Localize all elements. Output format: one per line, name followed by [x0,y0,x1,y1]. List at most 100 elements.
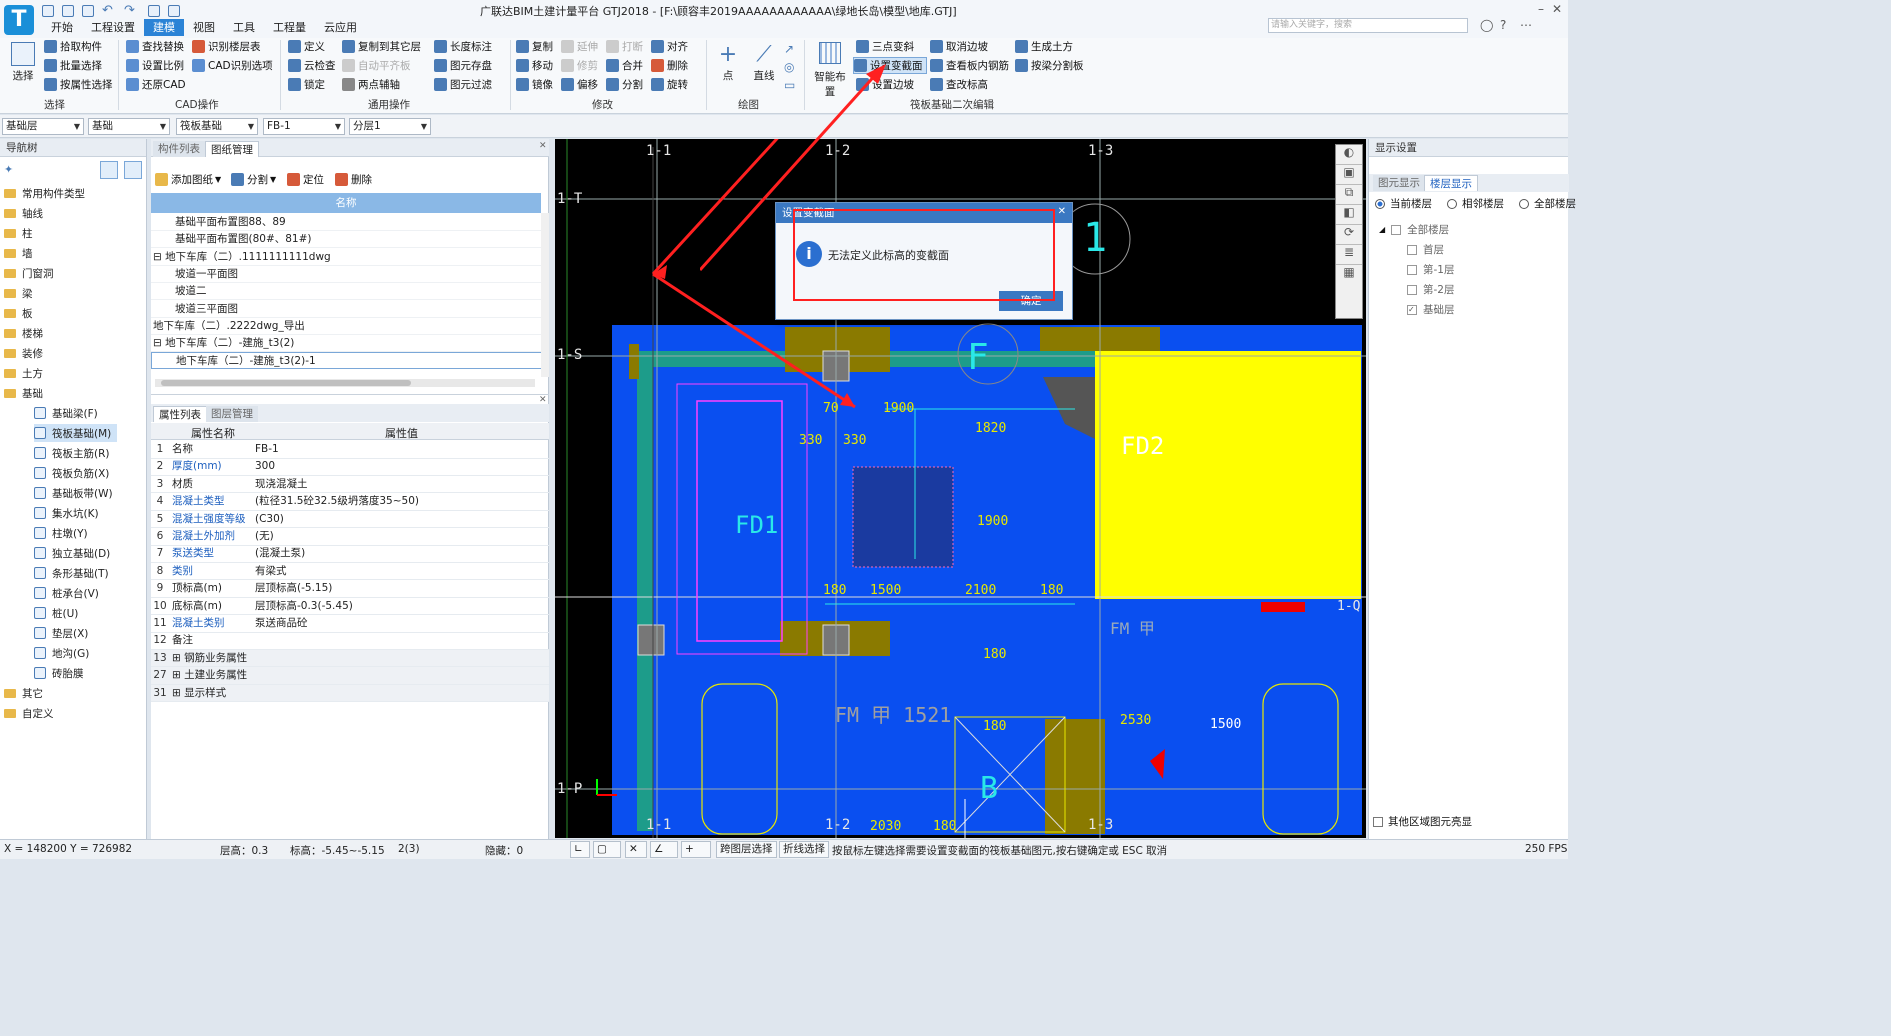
copy-button[interactable]: 复制 [516,38,553,55]
lock-button[interactable]: 锁定 [288,76,325,93]
floor-tree-all[interactable]: ◢ 全部楼层 [1379,221,1449,238]
ortho-icon[interactable]: ∟ [570,841,590,858]
radio-current-floor[interactable]: 当前楼层 [1375,195,1432,212]
restore-cad-button[interactable]: 还原CAD [126,76,186,93]
nav-item-pile-cap[interactable]: 桩承台(V) [34,584,99,602]
nav-folder-item[interactable]: 基础 [4,384,43,402]
property-value[interactable]: 现浇混凝土 [255,476,308,493]
drawing-hscrollbar[interactable] [155,379,535,387]
floor-tree-item[interactable]: 第-2层 [1407,281,1454,298]
nav-item-strip-footing[interactable]: 条形基础(T) [34,564,109,582]
highlight-other-areas-checkbox[interactable]: 其他区域图元亮显 [1373,813,1472,830]
move-button[interactable]: 移动 [516,57,553,74]
cancel-slope-edge-button[interactable]: 取消边坡 [930,38,988,55]
drawing-row[interactable]: 基础平面布置图88、89 [151,214,549,231]
split-button[interactable]: 分割 [606,76,643,93]
property-row[interactable]: 8 类别 有梁式 [151,563,549,581]
nav-folder-item[interactable]: 楼梯 [4,324,43,342]
nav-item-raft-main-rebar[interactable]: 筏板主筋(R) [34,444,110,462]
property-row[interactable]: 9 顶标高(m) 层顶标高(-5.15) [151,580,549,598]
nav-folder-item[interactable]: 常用构件类型 [4,184,85,202]
tab-floor-display[interactable]: 楼层显示 [1424,175,1478,191]
cross-icon[interactable]: ✕ [625,841,647,858]
property-value[interactable]: 300 [255,458,275,475]
length-dimension-button[interactable]: 长度标注 [434,38,492,55]
nav-item-foundation-strip[interactable]: 基础板带(W) [34,484,113,502]
expand-icon[interactable]: ⊞ [172,687,184,699]
property-row[interactable]: 3 材质 现浇混凝土 [151,476,549,494]
expand-icon[interactable]: ⊞ [172,652,184,664]
mirror-button[interactable]: 镜像 [516,76,553,93]
layer-select[interactable]: 分层1 ▼ [349,118,431,135]
property-value[interactable]: (C30) [255,511,284,528]
extend-button[interactable]: 延伸 [561,38,598,55]
search-input[interactable]: 请输入关键字，搜索 [1268,18,1468,33]
cad-options-button[interactable]: CAD识别选项 [192,57,273,74]
copy-to-floor-button[interactable]: 复制到其它层 [342,38,421,55]
split-drawing-button[interactable]: 分割 ▼ [231,171,276,188]
tab-property-list[interactable]: 属性列表 [153,406,207,422]
drawing-row[interactable]: 地下车库（二）-建施_t3(2)-1 [151,352,549,370]
type-select[interactable]: 基础 ▼ [88,118,170,135]
drawing-scrollbar[interactable] [541,213,549,377]
user-icon[interactable]: ◯ [1480,18,1493,32]
nav-folder-item[interactable]: 柱 [4,224,33,242]
split-slab-by-beam-button[interactable]: 按梁分割板 [1015,57,1084,74]
property-row[interactable]: 5 混凝土强度等级 (C30) [151,511,549,529]
nav-folder-item[interactable]: 土方 [4,364,43,382]
auto-align-slab-button[interactable]: 自动平齐板 [342,57,411,74]
tab-modeling[interactable]: 建模 [144,19,184,36]
floor-tree-item[interactable]: ✓ 基础层 [1407,301,1455,318]
tab-layer-manage[interactable]: 图层管理 [206,406,258,422]
nav-item-base-beam[interactable]: 基础梁(F) [34,404,98,422]
nav-item-sump[interactable]: 集水坑(K) [34,504,99,522]
nav-folder-item[interactable]: 门窗洞 [4,264,54,282]
merge-button[interactable]: 合并 [606,57,643,74]
expand-icon[interactable]: ⊞ [172,669,184,681]
property-value[interactable]: 层顶标高(-5.15) [255,580,332,597]
select-by-attr-button[interactable]: 按属性选择 [44,76,113,93]
property-row[interactable]: 11 混凝土类别 泵送商品砼 [151,615,549,633]
radio-all-floors[interactable]: 全部楼层 [1519,195,1576,212]
drawing-row[interactable]: 地下车库（二）.2222dwg_导出 [151,318,549,335]
nav-folder-item[interactable]: 梁 [4,284,33,302]
print-icon[interactable] [168,5,180,17]
nav-item-brick-mold[interactable]: 砖胎膜 [34,664,84,682]
property-value[interactable]: 层顶标高-0.3(-5.45) [255,598,353,615]
tab-view[interactable]: 视图 [184,19,224,36]
radio-adjacent-floor[interactable]: 相邻楼层 [1447,195,1504,212]
property-value[interactable]: 泵送商品砼 [255,615,308,632]
nav-item-cushion[interactable]: 垫层(X) [34,624,88,642]
drawing-row[interactable]: ⊟ 地下车库（二）-建施_t3(2) [151,335,549,353]
add-drawing-button[interactable]: 添加图纸 ▼ [155,171,221,188]
floor-select[interactable]: 基础层 ▼ [2,118,84,135]
property-row[interactable]: 13 ⊞ 钢筋业务属性 [151,649,549,668]
tab-component-list[interactable]: 构件列表 [153,141,205,157]
trim-button[interactable]: 修剪 [561,57,598,74]
drawing-row[interactable]: ⊟ 地下车库（二）.1111111111dwg [151,249,549,266]
close-icon[interactable]: ✕ [539,395,547,405]
subtype-select[interactable]: 筏板基础 ▼ [176,118,258,135]
identify-floor-table-button[interactable]: 识别楼层表 [192,38,261,55]
three-point-slope-button[interactable]: 三点变斜 [856,38,914,55]
tab-project-settings[interactable]: 工程设置 [82,19,144,36]
open-file-icon[interactable] [62,5,74,17]
property-row[interactable]: 7 泵送类型 (混凝土泵) [151,545,549,563]
filter-elements-button[interactable]: 图元过滤 [434,76,492,93]
nav-folder-item[interactable]: 装修 [4,344,43,362]
property-value[interactable]: (粒径31.5砼32.5级坍落度35~50) [255,493,419,510]
define-button[interactable]: 定义 [288,38,325,55]
align-button[interactable]: 对齐 [651,38,688,55]
nav-folder-item[interactable]: 板 [4,304,33,322]
tab-tools[interactable]: 工具 [224,19,264,36]
save-icon[interactable] [82,5,94,17]
delete-drawing-button[interactable]: 删除 [335,171,372,188]
close-icon[interactable]: ✕ [1058,206,1066,217]
break-button[interactable]: 打断 [606,38,643,55]
drawing-row[interactable]: 坡道三平面图 [151,301,549,318]
nav-item-raft-foundation[interactable]: 筏板基础(M) [34,424,118,442]
find-replace-button[interactable]: 查找替换 [126,38,184,55]
element-select[interactable]: FB-1 ▼ [263,118,345,135]
list-view-icon[interactable] [100,161,118,179]
close-icon[interactable]: ✕ [1552,2,1562,16]
